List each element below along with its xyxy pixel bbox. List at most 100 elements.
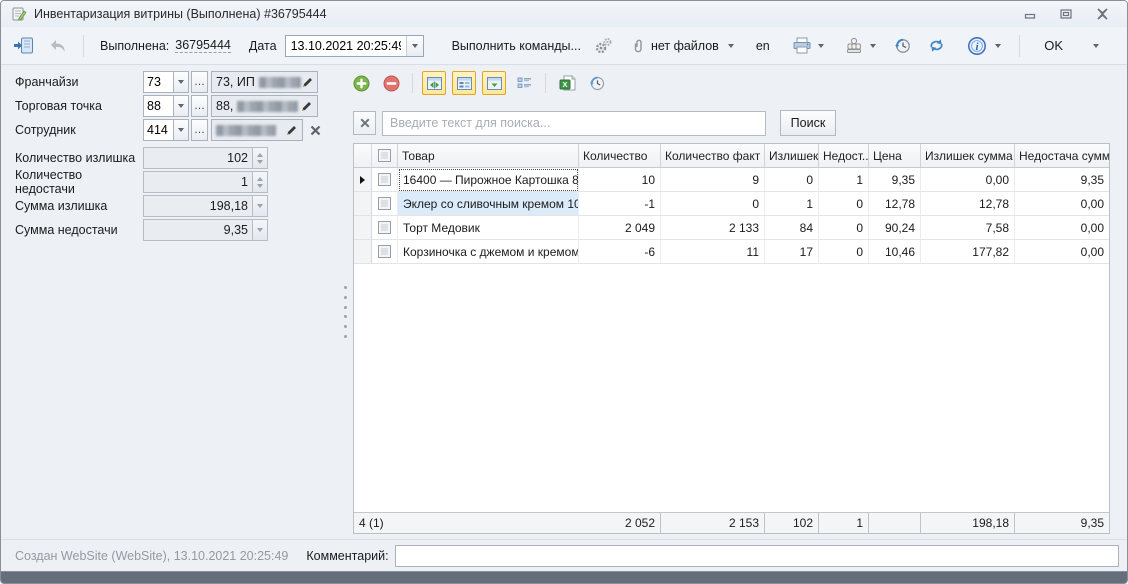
row-checkbox[interactable] (372, 168, 398, 192)
date-dropdown-button[interactable] (406, 36, 423, 56)
shortage-cell[interactable]: 0 (819, 216, 869, 240)
save-button[interactable] (13, 37, 34, 54)
run-commands-menu[interactable]: Выполнить команды... (452, 39, 581, 53)
column-header-product[interactable]: Товар (398, 144, 579, 168)
qty-fact-cell[interactable]: 0 (661, 192, 765, 216)
product-cell[interactable]: Эклер со сливочным кремом 105 (398, 192, 579, 216)
product-cell[interactable]: Корзиночка с джемом и кремом ... (398, 240, 579, 264)
add-row-button[interactable] (349, 71, 373, 95)
shortage-cell[interactable]: 1 (819, 168, 869, 192)
edit-pencil-icon[interactable] (301, 73, 315, 91)
print-button[interactable] (792, 37, 812, 54)
table-row[interactable]: 16400 — Пирожное Картошка 85 10 9 0 1 9,… (354, 168, 1109, 192)
info-button[interactable]: i (967, 36, 987, 56)
column-header-qty[interactable]: Количество (579, 144, 661, 168)
column-header-surplus[interactable]: Излишек (765, 144, 819, 168)
dropdown-button-disabled[interactable] (253, 195, 268, 217)
close-button[interactable] (1095, 8, 1109, 20)
search-button[interactable]: Поиск (780, 110, 836, 136)
fit-columns-toggle[interactable] (422, 71, 446, 95)
column-header-qty-fact[interactable]: Количество факт (661, 144, 765, 168)
qty-fact-cell[interactable]: 9 (661, 168, 765, 192)
qty-fact-cell[interactable]: 2 133 (661, 216, 765, 240)
product-cell[interactable]: Торт Медовик (398, 216, 579, 240)
dropdown-button-disabled[interactable] (253, 219, 268, 241)
language-button[interactable]: en (756, 39, 770, 53)
franchisee-browse-button[interactable]: … (191, 71, 208, 93)
ok-button[interactable]: OK (1044, 38, 1063, 53)
column-header-surplus-sum[interactable]: Излишек сумма (921, 144, 1015, 168)
print-dropdown-button[interactable] (818, 44, 824, 48)
clear-search-button[interactable] (353, 111, 376, 135)
restore-button[interactable] (1059, 8, 1073, 20)
price-cell[interactable]: 90,24 (869, 216, 921, 240)
clear-employee-button[interactable] (306, 121, 324, 139)
surplus-sum-cell[interactable]: 0,00 (921, 168, 1015, 192)
table-row[interactable]: Торт Медовик 2 049 2 133 84 0 90,24 7,58… (354, 216, 1109, 240)
shortage-sum-cell[interactable]: 0,00 (1015, 240, 1109, 264)
grid-history-button[interactable] (585, 71, 609, 95)
surplus-cell[interactable]: 0 (765, 168, 819, 192)
surplus-cell[interactable]: 17 (765, 240, 819, 264)
excel-export-button[interactable]: X (555, 71, 579, 95)
done-number-link[interactable]: 36795444 (175, 38, 231, 53)
info-dropdown-button[interactable] (995, 44, 1001, 48)
qty-cell[interactable]: 2 049 (579, 216, 661, 240)
panel-splitter[interactable] (344, 286, 348, 338)
price-cell[interactable]: 9,35 (869, 168, 921, 192)
row-checkbox[interactable] (372, 192, 398, 216)
table-row[interactable]: Корзиночка с джемом и кремом ... -6 11 1… (354, 240, 1109, 264)
table-row[interactable]: Эклер со сливочным кремом 105 -1 0 1 0 1… (354, 192, 1109, 216)
qty-fact-cell[interactable]: 11 (661, 240, 765, 264)
outlet-dropdown-button[interactable] (173, 95, 189, 117)
edit-pencil-icon[interactable] (298, 97, 315, 115)
price-cell[interactable]: 10,46 (869, 240, 921, 264)
employee-dropdown-button[interactable] (173, 119, 189, 141)
delete-row-button[interactable] (379, 71, 403, 95)
column-header-price[interactable]: Цена (869, 144, 921, 168)
employee-browse-button[interactable]: … (191, 119, 208, 141)
franchisee-dropdown-button[interactable] (173, 71, 189, 93)
shortage-sum-cell[interactable]: 0,00 (1015, 192, 1109, 216)
form-layout-toggle[interactable] (452, 71, 476, 95)
spinner-buttons[interactable] (253, 147, 268, 169)
attachments-menu[interactable]: нет файлов (651, 39, 719, 53)
qty-cell[interactable]: 10 (579, 168, 661, 192)
surplus-sum-cell[interactable]: 177,82 (921, 240, 1015, 264)
history-button[interactable] (894, 37, 912, 55)
row-checkbox[interactable] (372, 216, 398, 240)
gears-icon[interactable] (593, 37, 613, 55)
qty-cell[interactable]: -1 (579, 192, 661, 216)
comment-input[interactable] (395, 545, 1119, 567)
row-checkbox[interactable] (372, 240, 398, 264)
dropdown-panel-toggle[interactable] (482, 71, 506, 95)
refresh-button[interactable] (928, 38, 945, 53)
search-input[interactable] (382, 111, 766, 136)
shortage-sum-cell[interactable]: 9,35 (1015, 168, 1109, 192)
surplus-cell[interactable]: 1 (765, 192, 819, 216)
surplus-sum-cell[interactable]: 12,78 (921, 192, 1015, 216)
undo-icon[interactable] (50, 39, 67, 53)
surplus-sum-cell[interactable]: 7,58 (921, 216, 1015, 240)
stamp-button[interactable] (844, 37, 864, 54)
shortage-sum-cell[interactable]: 0,00 (1015, 216, 1109, 240)
column-header-shortage[interactable]: Недост... (819, 144, 869, 168)
select-all-checkbox[interactable] (372, 144, 398, 168)
employee-code-input[interactable] (143, 119, 173, 141)
stamp-dropdown-button[interactable] (870, 44, 876, 48)
product-cell[interactable]: 16400 — Пирожное Картошка 85 (398, 168, 579, 192)
surplus-cell[interactable]: 84 (765, 216, 819, 240)
attachments-dropdown-button[interactable] (728, 44, 734, 48)
outlet-code-input[interactable] (143, 95, 173, 117)
qty-cell[interactable]: -6 (579, 240, 661, 264)
date-input[interactable] (286, 36, 406, 56)
shortage-cell[interactable]: 0 (819, 192, 869, 216)
minimize-button[interactable] (1023, 8, 1037, 20)
outlet-browse-button[interactable]: … (191, 95, 208, 117)
edit-pencil-icon[interactable] (282, 121, 300, 139)
shortage-cell[interactable]: 0 (819, 240, 869, 264)
ok-dropdown-button[interactable] (1093, 44, 1099, 48)
column-header-shortage-sum[interactable]: Недостача сумма (1015, 144, 1109, 168)
price-cell[interactable]: 12,78 (869, 192, 921, 216)
franchisee-code-input[interactable] (143, 71, 173, 93)
